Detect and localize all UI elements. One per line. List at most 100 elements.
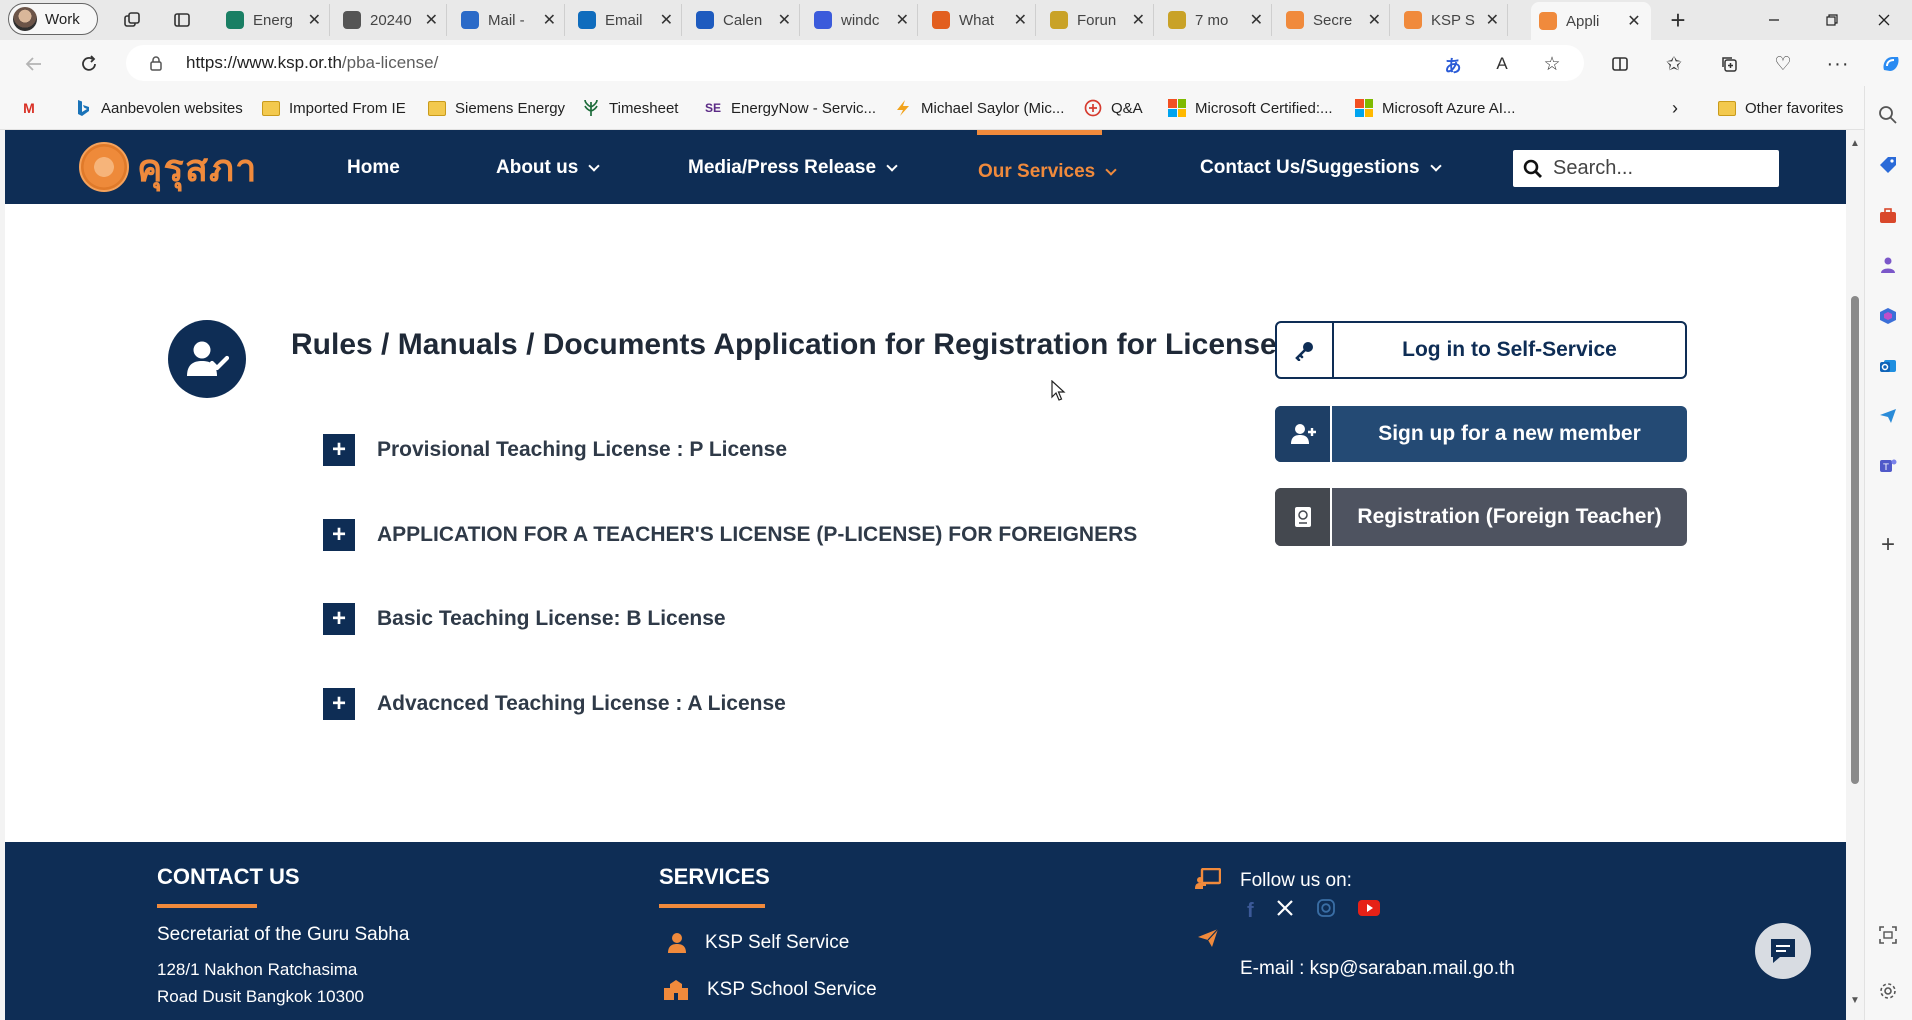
tab-favicon-icon bbox=[696, 11, 714, 29]
close-tab-icon[interactable]: ✕ bbox=[1250, 10, 1263, 30]
new-tab-button[interactable]: + bbox=[1658, 3, 1698, 37]
browser-tab[interactable]: 20240 ✕ bbox=[335, 4, 447, 36]
accordion-item-p-license[interactable]: + Provisional Teaching License : P Licen… bbox=[323, 434, 787, 466]
accordion-item-a-license[interactable]: + Advacnced Teaching License : A License bbox=[323, 688, 786, 720]
accordion-item-b-license[interactable]: + Basic Teaching License: B License bbox=[323, 603, 726, 635]
bookmark-item[interactable]: Q&A bbox=[1084, 95, 1143, 121]
browser-tab[interactable]: 7 mo ✕ bbox=[1160, 4, 1272, 36]
browser-tab[interactable]: Energ ✕ bbox=[218, 4, 330, 36]
shopping-tag-icon[interactable] bbox=[1874, 151, 1902, 179]
bookmark-item[interactable]: Microsoft Certified:... bbox=[1168, 95, 1333, 121]
chat-widget-button[interactable] bbox=[1755, 923, 1811, 979]
more-menu-icon[interactable]: ··· bbox=[1820, 47, 1856, 81]
youtube-icon[interactable] bbox=[1357, 900, 1380, 922]
nav-media-press-release[interactable]: Media/Press Release bbox=[688, 154, 898, 182]
browser-tab[interactable]: Calen ✕ bbox=[688, 4, 800, 36]
close-tab-icon[interactable]: ✕ bbox=[1014, 10, 1027, 30]
bookmark-item[interactable]: Aanbevolen websites bbox=[74, 95, 243, 121]
plus-icon[interactable]: + bbox=[323, 434, 355, 466]
profile-button[interactable]: Work bbox=[8, 3, 98, 35]
close-tab-icon[interactable]: ✕ bbox=[896, 10, 909, 30]
browser-tab[interactable]: What ✕ bbox=[924, 4, 1036, 36]
outlook-icon[interactable] bbox=[1874, 352, 1902, 380]
nav-our-services[interactable]: Our Services bbox=[978, 158, 1117, 186]
browser-tab[interactable]: Mail - ✕ bbox=[453, 4, 565, 36]
register-foreign-teacher-button[interactable]: Registration (Foreign Teacher) bbox=[1275, 488, 1687, 546]
close-tab-icon[interactable]: ✕ bbox=[1368, 10, 1381, 30]
screenshot-icon[interactable] bbox=[1874, 921, 1902, 949]
browser-tab[interactable]: Email ✕ bbox=[570, 4, 682, 36]
browser-tab[interactable]: Appli ✕ bbox=[1531, 2, 1651, 40]
close-tab-icon[interactable]: ✕ bbox=[1132, 10, 1145, 30]
bookmark-item[interactable]: Michael Saylor (Mic... bbox=[894, 95, 1064, 121]
bookmark-item[interactable]: Timesheet bbox=[582, 95, 678, 121]
browser-tab[interactable]: KSP S ✕ bbox=[1396, 4, 1508, 36]
lock-icon[interactable] bbox=[146, 53, 166, 73]
bookmark-item[interactable]: Microsoft Azure AI... bbox=[1355, 95, 1515, 121]
other-favorites-bookmark[interactable]: Other favorites bbox=[1718, 95, 1843, 121]
scroll-down-arrow-icon[interactable]: ▼ bbox=[1846, 991, 1864, 1009]
close-tab-icon[interactable]: ✕ bbox=[1486, 10, 1499, 30]
close-window-button[interactable] bbox=[1862, 6, 1906, 34]
back-button[interactable] bbox=[17, 47, 51, 81]
translate-icon[interactable]: あ bbox=[1435, 47, 1471, 81]
close-tab-icon[interactable]: ✕ bbox=[660, 10, 673, 30]
tab-actions-icon[interactable] bbox=[162, 3, 202, 37]
read-aloud-icon[interactable]: A bbox=[1484, 47, 1520, 81]
copilot-icon[interactable] bbox=[1873, 47, 1909, 81]
facebook-icon[interactable]: f bbox=[1247, 900, 1254, 923]
games-icon[interactable] bbox=[1874, 251, 1902, 279]
passport-icon bbox=[1275, 488, 1332, 546]
favorite-star-icon[interactable]: ☆ bbox=[1534, 47, 1570, 81]
footer-ksp-self-service-link[interactable]: KSP Self Service bbox=[667, 932, 849, 954]
browser-tab[interactable]: windc ✕ bbox=[806, 4, 918, 36]
teams-icon[interactable]: T bbox=[1874, 452, 1902, 480]
gmail-bookmark[interactable]: M bbox=[20, 95, 38, 121]
scroll-up-arrow-icon[interactable]: ▲ bbox=[1846, 134, 1864, 152]
qa-icon bbox=[1084, 99, 1102, 117]
bookmarks-overflow-chevron-icon[interactable]: › bbox=[1672, 95, 1678, 121]
close-tab-icon[interactable]: ✕ bbox=[425, 10, 438, 30]
browser-tab[interactable]: Secre ✕ bbox=[1278, 4, 1390, 36]
close-tab-icon[interactable]: ✕ bbox=[543, 10, 556, 30]
workspaces-icon[interactable] bbox=[112, 3, 152, 37]
signup-new-member-button[interactable]: Sign up for a new member bbox=[1275, 406, 1687, 462]
bookmark-item[interactable]: Imported From IE bbox=[262, 95, 406, 121]
add-sidebar-app-icon[interactable]: + bbox=[1874, 531, 1902, 559]
nav-contact-suggestions[interactable]: Contact Us/Suggestions bbox=[1200, 154, 1442, 182]
x-twitter-icon[interactable] bbox=[1276, 899, 1294, 923]
footer-email[interactable]: E-mail : ksp@saraban.mail.go.th bbox=[1240, 958, 1515, 980]
login-self-service-button[interactable]: Log in to Self-Service bbox=[1275, 321, 1687, 379]
search-icon[interactable] bbox=[1874, 101, 1902, 129]
collections-icon[interactable] bbox=[1711, 47, 1747, 81]
settings-gear-icon[interactable] bbox=[1874, 977, 1902, 1005]
nav-about-us[interactable]: About us bbox=[496, 154, 600, 182]
close-tab-icon[interactable]: ✕ bbox=[308, 10, 321, 30]
instagram-icon[interactable] bbox=[1316, 898, 1336, 924]
plus-icon[interactable]: + bbox=[323, 603, 355, 635]
scrollbar-thumb[interactable] bbox=[1851, 296, 1859, 784]
close-tab-icon[interactable]: ✕ bbox=[1627, 11, 1641, 31]
url-input[interactable]: https://www.ksp.or.th/pba-license/ bbox=[126, 45, 1584, 81]
accordion-item-foreign-p-license[interactable]: + APPLICATION FOR A TEACHER'S LICENSE (P… bbox=[323, 519, 1137, 551]
nav-home[interactable]: Home bbox=[347, 154, 400, 182]
site-logo[interactable]: คุรุสภา bbox=[79, 142, 257, 192]
bookmark-item[interactable]: SE EnergyNow - Servic... bbox=[704, 95, 876, 121]
bookmark-item[interactable]: Siemens Energy bbox=[428, 95, 565, 121]
minimize-button[interactable] bbox=[1752, 6, 1796, 34]
microsoft-365-icon[interactable] bbox=[1874, 302, 1902, 330]
search-input[interactable] bbox=[1553, 157, 1758, 180]
site-search[interactable] bbox=[1513, 150, 1779, 187]
browser-tab[interactable]: Forun ✕ bbox=[1042, 4, 1154, 36]
send-icon[interactable] bbox=[1874, 402, 1902, 430]
plus-icon[interactable]: + bbox=[323, 688, 355, 720]
restore-button[interactable] bbox=[1810, 6, 1854, 34]
close-tab-icon[interactable]: ✕ bbox=[778, 10, 791, 30]
favorites-icon[interactable]: ✩ bbox=[1656, 47, 1692, 81]
split-screen-icon[interactable] bbox=[1602, 47, 1638, 81]
browser-essentials-icon[interactable]: ♡ bbox=[1765, 47, 1801, 81]
footer-ksp-school-service-link[interactable]: KSP School Service bbox=[663, 979, 877, 1001]
plus-icon[interactable]: + bbox=[323, 519, 355, 551]
reload-button[interactable] bbox=[72, 47, 106, 81]
toolbox-icon[interactable] bbox=[1874, 202, 1902, 230]
